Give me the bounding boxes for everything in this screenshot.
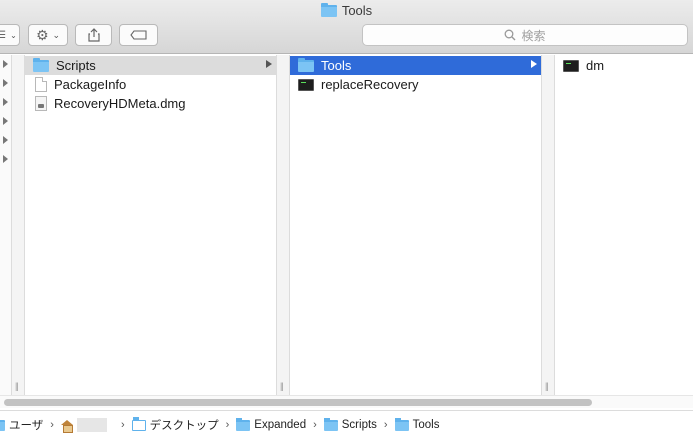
- path-crumb-desktop[interactable]: デスクトップ: [131, 416, 219, 433]
- column-gutter: [542, 55, 554, 395]
- folder-icon: [33, 57, 49, 72]
- column-gutter: [277, 55, 289, 395]
- list-item-recoveryhdmeta[interactable]: RecoveryHDMeta.dmg: [25, 94, 276, 113]
- disclosure-triangle-icon[interactable]: [3, 79, 8, 87]
- path-crumb-home[interactable]: [60, 418, 111, 433]
- horizontal-scrollbar[interactable]: [0, 395, 693, 408]
- chevron-down-icon: ⌄: [10, 30, 17, 40]
- item-label: dm: [586, 58, 605, 73]
- column-resize-handle[interactable]: ||: [15, 381, 19, 391]
- folder-icon: [320, 2, 337, 17]
- action-button[interactable]: ⚙ ⌄: [28, 24, 68, 46]
- chevron-right-icon: ›: [313, 419, 317, 431]
- disclosure-triangle-icon[interactable]: [3, 136, 8, 144]
- browser-column-3: dm: [555, 55, 693, 395]
- column-gutter: [12, 55, 24, 395]
- folder-icon: [298, 57, 314, 72]
- folder-icon: [323, 417, 338, 431]
- list-item-replacerecovery[interactable]: replaceRecovery: [290, 75, 541, 94]
- item-label: Tools: [321, 58, 352, 73]
- item-label: PackageInfo: [54, 77, 127, 92]
- column-resize-handle[interactable]: ||: [545, 381, 549, 391]
- disclosure-triangle-icon[interactable]: [3, 155, 8, 163]
- scrollbar-thumb[interactable]: [4, 399, 592, 406]
- item-label: RecoveryHDMeta.dmg: [54, 96, 186, 111]
- crumb-label: ユーザ: [9, 420, 44, 432]
- chevron-right-icon: ›: [383, 419, 388, 431]
- list-view-icon: ☰: [0, 29, 7, 41]
- chevron-right-icon: ›: [120, 419, 125, 431]
- tag-button[interactable]: [119, 24, 158, 46]
- share-button[interactable]: [75, 24, 112, 46]
- chevron-down-icon: ⌄: [52, 29, 61, 40]
- list-item-tools[interactable]: Tools: [290, 56, 541, 75]
- view-options-button[interactable]: ☰ ⌄: [0, 24, 20, 46]
- item-label: Scripts: [56, 58, 96, 73]
- desktop-folder-icon: [131, 416, 146, 431]
- crumb-label: デスクトップ: [149, 420, 219, 432]
- path-crumb-users[interactable]: ユーザ: [0, 417, 43, 433]
- terminal-icon: [298, 78, 314, 91]
- column-resize-handle[interactable]: ||: [280, 381, 284, 391]
- browser-column-2: Tools replaceRecovery: [290, 55, 541, 395]
- gear-icon: ⚙: [35, 26, 49, 43]
- home-icon: [60, 419, 73, 433]
- window-title-label: Tools: [341, 3, 373, 18]
- path-crumb-tools[interactable]: Tools: [394, 417, 440, 431]
- folder-icon: [394, 417, 409, 431]
- redacted-username: [76, 418, 107, 432]
- chevron-right-icon: [266, 60, 272, 68]
- disclosure-triangle-icon[interactable]: [3, 98, 8, 106]
- list-item-dm[interactable]: dm: [555, 56, 693, 75]
- list-item-packageinfo[interactable]: PackageInfo: [25, 75, 276, 94]
- path-bar: ユーザ › › デスクトップ › Expanded › Scripts › To…: [0, 410, 693, 439]
- search-field[interactable]: 検索: [362, 24, 688, 46]
- crumb-label: Tools: [412, 419, 440, 431]
- chevron-right-icon: ›: [50, 419, 54, 431]
- search-icon: [505, 29, 516, 41]
- path-crumb-scripts[interactable]: Scripts: [323, 417, 377, 431]
- share-icon: [87, 28, 100, 42]
- window-title: Tools: [0, 2, 693, 18]
- document-icon: [35, 77, 47, 92]
- item-label: replaceRecovery: [321, 77, 419, 92]
- disclosure-triangle-icon[interactable]: [3, 117, 8, 125]
- disk-image-icon: [35, 96, 47, 111]
- crumb-label: Expanded: [254, 419, 307, 431]
- terminal-icon: [563, 59, 579, 72]
- chevron-right-icon: ›: [225, 419, 230, 431]
- path-crumb-expanded[interactable]: Expanded: [236, 417, 307, 431]
- browser-column-1: Scripts PackageInfo RecoveryHDMeta.dmg: [25, 55, 276, 395]
- chevron-right-icon: [531, 60, 537, 68]
- toolbar: Tools ☰ ⌄ ⚙ ⌄ 検索: [0, 0, 693, 54]
- search-placeholder: 検索: [521, 28, 546, 43]
- folder-icon: [236, 417, 251, 431]
- list-item-scripts[interactable]: Scripts: [25, 56, 276, 75]
- tag-icon: [129, 30, 147, 40]
- crumb-label: Scripts: [341, 419, 377, 431]
- sidebar-strip: [0, 55, 11, 395]
- folder-icon: [0, 419, 5, 431]
- disclosure-triangle-icon[interactable]: [3, 60, 8, 68]
